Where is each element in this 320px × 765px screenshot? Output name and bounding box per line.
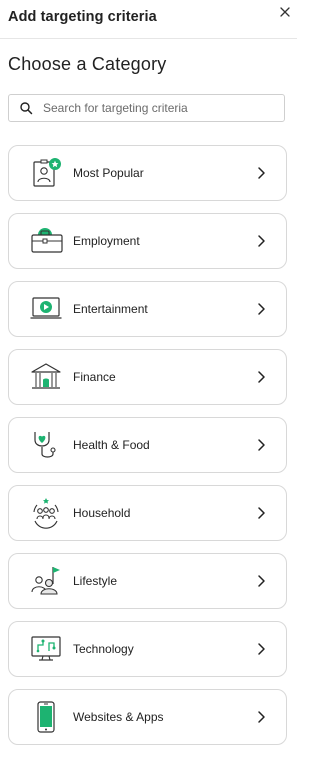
category-health-food[interactable]: Health & Food — [8, 417, 287, 473]
chevron-right-icon — [256, 506, 266, 520]
category-list: Most Popular Employment Entertainment Fi… — [8, 145, 287, 757]
category-label: Most Popular — [73, 166, 144, 180]
category-household[interactable]: Household — [8, 485, 287, 541]
chevron-right-icon — [256, 234, 266, 248]
search-input[interactable] — [43, 101, 284, 115]
category-websites-apps[interactable]: Websites & Apps — [8, 689, 287, 745]
chevron-right-icon — [256, 438, 266, 452]
category-label: Entertainment — [73, 302, 148, 316]
chevron-right-icon — [256, 710, 266, 724]
chevron-right-icon — [256, 370, 266, 384]
category-technology[interactable]: Technology — [8, 621, 287, 677]
video-play-icon — [29, 292, 63, 326]
targeting-panel: Add targeting criteria Choose a Category — [0, 0, 297, 765]
chevron-right-icon — [256, 166, 266, 180]
search-box[interactable] — [8, 94, 285, 122]
category-label: Finance — [73, 370, 116, 384]
category-label: Household — [73, 506, 131, 520]
category-lifestyle[interactable]: Lifestyle — [8, 553, 287, 609]
briefcase-icon — [29, 224, 63, 258]
search-icon — [19, 101, 33, 115]
category-label: Employment — [73, 234, 140, 248]
category-label: Websites & Apps — [73, 710, 164, 724]
category-finance[interactable]: Finance — [8, 349, 287, 405]
chevron-right-icon — [256, 574, 266, 588]
monitor-circuit-icon — [29, 632, 63, 666]
section-title: Choose a Category — [8, 54, 167, 74]
family-icon — [29, 496, 63, 530]
panel-header: Add targeting criteria — [0, 0, 297, 39]
close-button[interactable] — [276, 3, 294, 21]
category-most-popular[interactable]: Most Popular — [8, 145, 287, 201]
badge-star-icon — [29, 156, 63, 190]
people-flag-icon — [29, 564, 63, 598]
category-entertainment[interactable]: Entertainment — [8, 281, 287, 337]
bank-icon — [29, 360, 63, 394]
close-icon — [280, 7, 290, 17]
category-label: Lifestyle — [73, 574, 118, 588]
category-employment[interactable]: Employment — [8, 213, 287, 269]
category-label: Technology — [73, 642, 134, 656]
chevron-right-icon — [256, 642, 266, 656]
panel-title: Add targeting criteria — [8, 9, 157, 25]
chevron-right-icon — [256, 302, 266, 316]
stethoscope-heart-icon — [29, 428, 63, 462]
category-label: Health & Food — [73, 438, 150, 452]
smartphone-icon — [29, 700, 63, 734]
